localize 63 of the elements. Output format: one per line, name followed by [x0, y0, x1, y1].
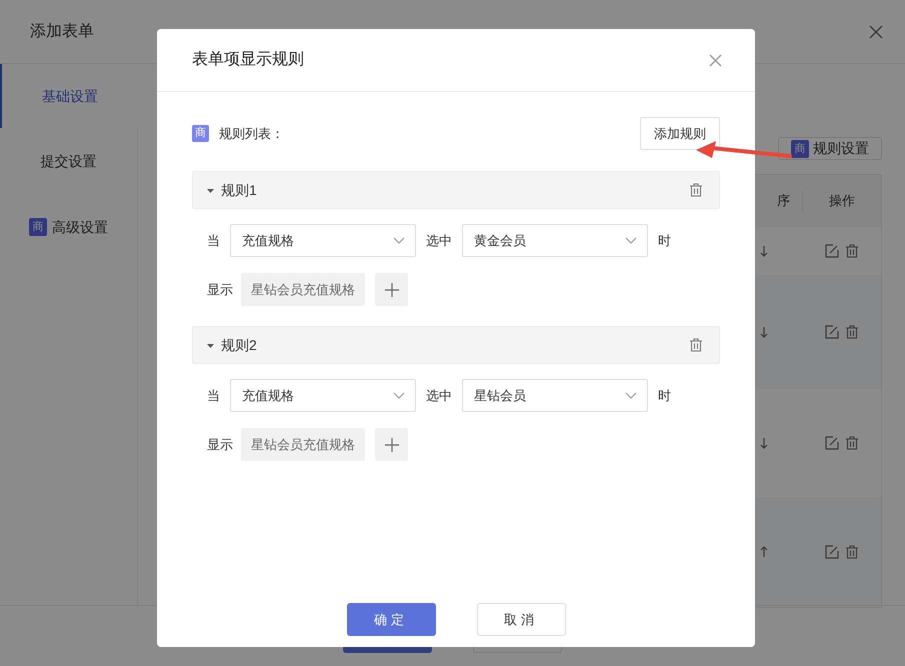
show-label: 显示: [207, 436, 233, 454]
badge: 商: [791, 140, 809, 158]
dropdown[interactable]: 充值规格: [230, 224, 416, 257]
chevron-down-icon: [625, 237, 637, 244]
caret-icon[interactable]: [207, 186, 214, 194]
condition-label: 时: [657, 232, 671, 250]
dropdown-value: 黄金会员: [474, 232, 526, 250]
arrow-down-icon[interactable]: [760, 245, 768, 257]
rule-header[interactable]: 规则1: [192, 171, 720, 209]
button-label: 规则设置: [813, 139, 869, 158]
add-field-button[interactable]: [375, 273, 408, 306]
edit-icon[interactable]: [825, 325, 839, 339]
dropdown-value: 充值规格: [242, 232, 294, 250]
sidebar-tab[interactable]: 商 高级设置: [0, 194, 138, 260]
close-icon[interactable]: [869, 24, 883, 38]
rule-title: 规则2: [221, 336, 257, 354]
edit-icon[interactable]: [825, 244, 839, 258]
rule-header[interactable]: 规则2: [192, 326, 720, 364]
dropdown-value: 充值规格: [242, 386, 294, 405]
add-field-button[interactable]: [375, 428, 408, 461]
trash-icon[interactable]: [845, 325, 859, 339]
dropdown[interactable]: 星钻会员: [462, 379, 648, 412]
field-tag: 星钻会员充值规格: [241, 428, 365, 461]
chevron-down-icon: [393, 237, 405, 244]
plus-icon: [384, 282, 398, 296]
rule-settings-button[interactable]: 商 规则设置: [778, 137, 882, 160]
sidebar-tab[interactable]: 基础设置: [0, 64, 138, 128]
condition-label: 当: [207, 232, 221, 250]
badge: 商: [29, 218, 47, 236]
trash-icon[interactable]: [845, 545, 859, 559]
trash-icon[interactable]: [845, 436, 859, 450]
chevron-down-icon: [625, 392, 637, 399]
caret-icon[interactable]: [207, 342, 214, 348]
tab-label: 高级设置: [52, 218, 108, 236]
trash-icon[interactable]: [845, 244, 859, 258]
condition-label: 选中: [425, 232, 453, 250]
show-label: 显示: [207, 280, 233, 299]
sidebar-tab[interactable]: 提交设置: [0, 128, 138, 194]
dropdown[interactable]: 黄金会员: [462, 224, 648, 257]
condition-label: 当: [207, 386, 221, 405]
edit-icon[interactable]: [825, 436, 839, 450]
condition-label: 时: [657, 386, 671, 405]
badge: 商: [192, 125, 209, 142]
dropdown-value: 星钻会员: [474, 386, 526, 405]
page-title: 添加表单: [30, 22, 94, 42]
dialog-title: 表单项显示规则: [192, 50, 304, 70]
ok-button[interactable]: 确定: [346, 603, 436, 636]
dropdown[interactable]: 充值规格: [230, 379, 416, 412]
trash-icon[interactable]: [689, 183, 703, 197]
rule-list-label: 规则列表：: [219, 124, 284, 143]
arrow-up-icon[interactable]: [760, 546, 768, 558]
close-icon[interactable]: [709, 54, 722, 66]
field-tag: 星钻会员充值规格: [241, 273, 365, 306]
arrow-down-icon[interactable]: [760, 326, 768, 338]
edit-icon[interactable]: [825, 545, 839, 559]
condition-label: 选中: [425, 386, 453, 405]
rule-title: 规则1: [221, 180, 257, 200]
plus-icon: [384, 438, 398, 452]
chevron-down-icon: [393, 392, 405, 399]
arrow-down-icon[interactable]: [760, 437, 768, 449]
cancel-button[interactable]: 取消: [476, 603, 566, 636]
column-header: 操作: [828, 192, 856, 210]
trash-icon[interactable]: [689, 338, 703, 352]
